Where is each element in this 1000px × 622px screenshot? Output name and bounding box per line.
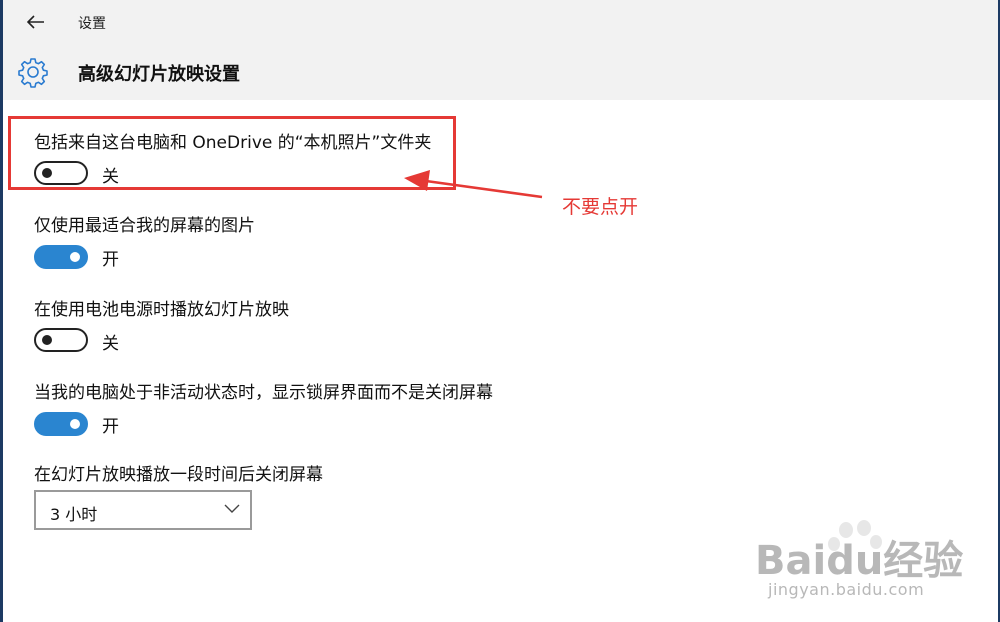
page-title: 高级幻灯片放映设置 [78, 64, 240, 85]
selected-value: 3 小时 [50, 505, 98, 524]
toggle-state-label: 关 [102, 334, 119, 354]
annotation-highlight-box [8, 116, 456, 190]
watermark-url: jingyan.baidu.com [768, 580, 925, 599]
annotation-note: 不要点开 [562, 196, 639, 218]
toggle-state-label: 开 [102, 250, 119, 270]
toggle-knob [70, 419, 80, 429]
toggle-best-fit-pictures[interactable] [34, 245, 88, 269]
app-title: 设置 [78, 16, 106, 32]
toggle-knob [70, 252, 80, 262]
toggle-battery-slideshow[interactable] [34, 328, 88, 352]
chevron-down-icon [224, 504, 240, 513]
gear-icon [18, 58, 48, 88]
annotation-arrow-icon [404, 170, 543, 199]
toggle-knob [42, 335, 52, 345]
setting-label-screen-off-after: 在幻灯片放映播放一段时间后关闭屏幕 [34, 465, 323, 485]
setting-label-battery-slideshow: 在使用电池电源时播放幻灯片放映 [34, 300, 289, 320]
screen-off-duration-select[interactable]: 3 小时 [34, 490, 252, 530]
watermark-brand: Baidu经验 [755, 538, 964, 584]
setting-label-best-fit-pictures: 仅使用最适合我的屏幕的图片 [34, 216, 255, 236]
back-arrow-icon [27, 15, 44, 29]
toggle-state-label: 开 [102, 417, 119, 437]
back-button[interactable] [21, 8, 51, 36]
settings-header: 设置 高级幻灯片放映设置 [3, 0, 998, 100]
toggle-lock-screen-inactive[interactable] [34, 412, 88, 436]
setting-label-lock-screen-inactive: 当我的电脑处于非活动状态时，显示锁屏界面而不是关闭屏幕 [34, 383, 493, 403]
